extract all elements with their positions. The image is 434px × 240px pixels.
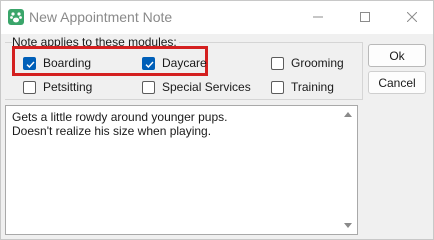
daycare-label: Daycare [162, 56, 207, 70]
note-text: Gets a little rowdy around younger pups.… [12, 110, 228, 138]
minimize-icon [313, 16, 323, 18]
petsitting-checkbox[interactable]: Petsitting [23, 80, 92, 94]
cancel-button[interactable]: Cancel [368, 71, 426, 94]
close-button[interactable] [389, 1, 434, 33]
note-textarea[interactable]: Gets a little rowdy around younger pups.… [5, 105, 358, 235]
special-services-checkbox[interactable]: Special Services [142, 80, 251, 94]
boarding-checkbox[interactable]: Boarding [23, 56, 91, 70]
app-paw-icon [8, 9, 24, 25]
checkbox-empty-icon [142, 80, 155, 94]
maximize-icon [360, 12, 370, 22]
checkbox-checked-icon [23, 56, 36, 70]
checkbox-checked-icon [142, 56, 155, 70]
training-label: Training [291, 80, 334, 94]
grooming-checkbox[interactable]: Grooming [271, 56, 344, 70]
scroll-down-arrow-icon[interactable] [344, 223, 352, 228]
title-bar[interactable]: New Appointment Note [1, 1, 433, 34]
grooming-label: Grooming [291, 56, 344, 70]
minimize-button[interactable] [295, 1, 341, 33]
ok-button[interactable]: Ok [368, 44, 426, 67]
petsitting-label: Petsitting [43, 80, 93, 94]
scroll-up-arrow-icon[interactable] [344, 112, 352, 117]
checkbox-empty-icon [23, 80, 36, 94]
note-scrollbar[interactable] [340, 106, 357, 234]
boarding-label: Boarding [43, 56, 92, 70]
checkbox-empty-icon [271, 80, 284, 94]
close-icon [407, 12, 417, 22]
special-services-label: Special Services [162, 80, 251, 94]
appointment-note-dialog: New Appointment Note Note applies to the… [0, 0, 434, 240]
window-title: New Appointment Note [29, 9, 173, 25]
daycare-checkbox[interactable]: Daycare [142, 56, 207, 70]
training-checkbox[interactable]: Training [271, 80, 334, 94]
maximize-button[interactable] [342, 1, 388, 33]
checkbox-empty-icon [271, 56, 284, 70]
